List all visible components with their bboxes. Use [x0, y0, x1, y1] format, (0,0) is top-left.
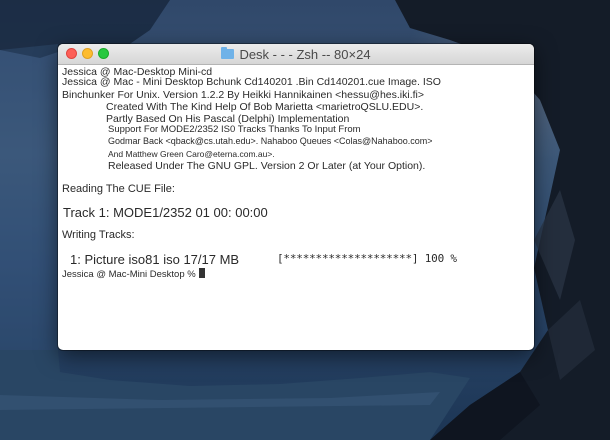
terminal-line: Reading The CUE File:: [62, 184, 175, 195]
terminal-prompt-line[interactable]: Jessica @ Mac-Mini Desktop %: [62, 268, 205, 280]
progress-bar-text: [********************] 100 %: [277, 253, 457, 264]
terminal-window[interactable]: Desk - - - Zsh -- 80×24 Jessica @ Mac-De…: [58, 44, 534, 350]
window-title-area: Desk - - - Zsh -- 80×24: [58, 44, 534, 64]
terminal-line: Support For MODE2/2352 IS0 Tracks Thanks…: [108, 125, 361, 135]
terminal-line: Binchunker For Unix. Version 1.2.2 By He…: [62, 90, 425, 101]
terminal-line: Godmar Back <qback@cs.utah.edu>. Nahaboo…: [108, 137, 433, 146]
terminal-line: Created With The Kind Help Of Bob Mariet…: [106, 102, 424, 113]
text-cursor: [198, 268, 205, 278]
terminal-line: Jessica @ Mac-Desktop Mini-cd: [62, 67, 213, 78]
terminal-line: Released Under The GNU GPL. Version 2 Or…: [108, 161, 426, 172]
terminal-line: And Matthew Green Caro@eterna.com.au>.: [108, 150, 275, 159]
terminal-line: Jessica @ Mac - Mini Desktop Bchunk Cd14…: [62, 77, 441, 88]
terminal-line: Track 1: MODE1/2352 01 00: 00:00: [63, 206, 268, 219]
folder-icon: [221, 47, 235, 59]
terminal-line: Writing Tracks:: [62, 230, 135, 241]
window-title: Desk - - - Zsh -- 80×24: [239, 46, 371, 62]
window-titlebar[interactable]: Desk - - - Zsh -- 80×24: [58, 44, 534, 65]
terminal-output[interactable]: Jessica @ Mac-Desktop Mini-cd Jessica @ …: [58, 65, 534, 350]
terminal-line: Partly Based On His Pascal (Delphi) Impl…: [106, 114, 350, 125]
terminal-prompt: Jessica @ Mac-Mini Desktop %: [62, 269, 196, 280]
terminal-line: 1: Picture iso81 iso 17/17 MB: [70, 253, 240, 266]
